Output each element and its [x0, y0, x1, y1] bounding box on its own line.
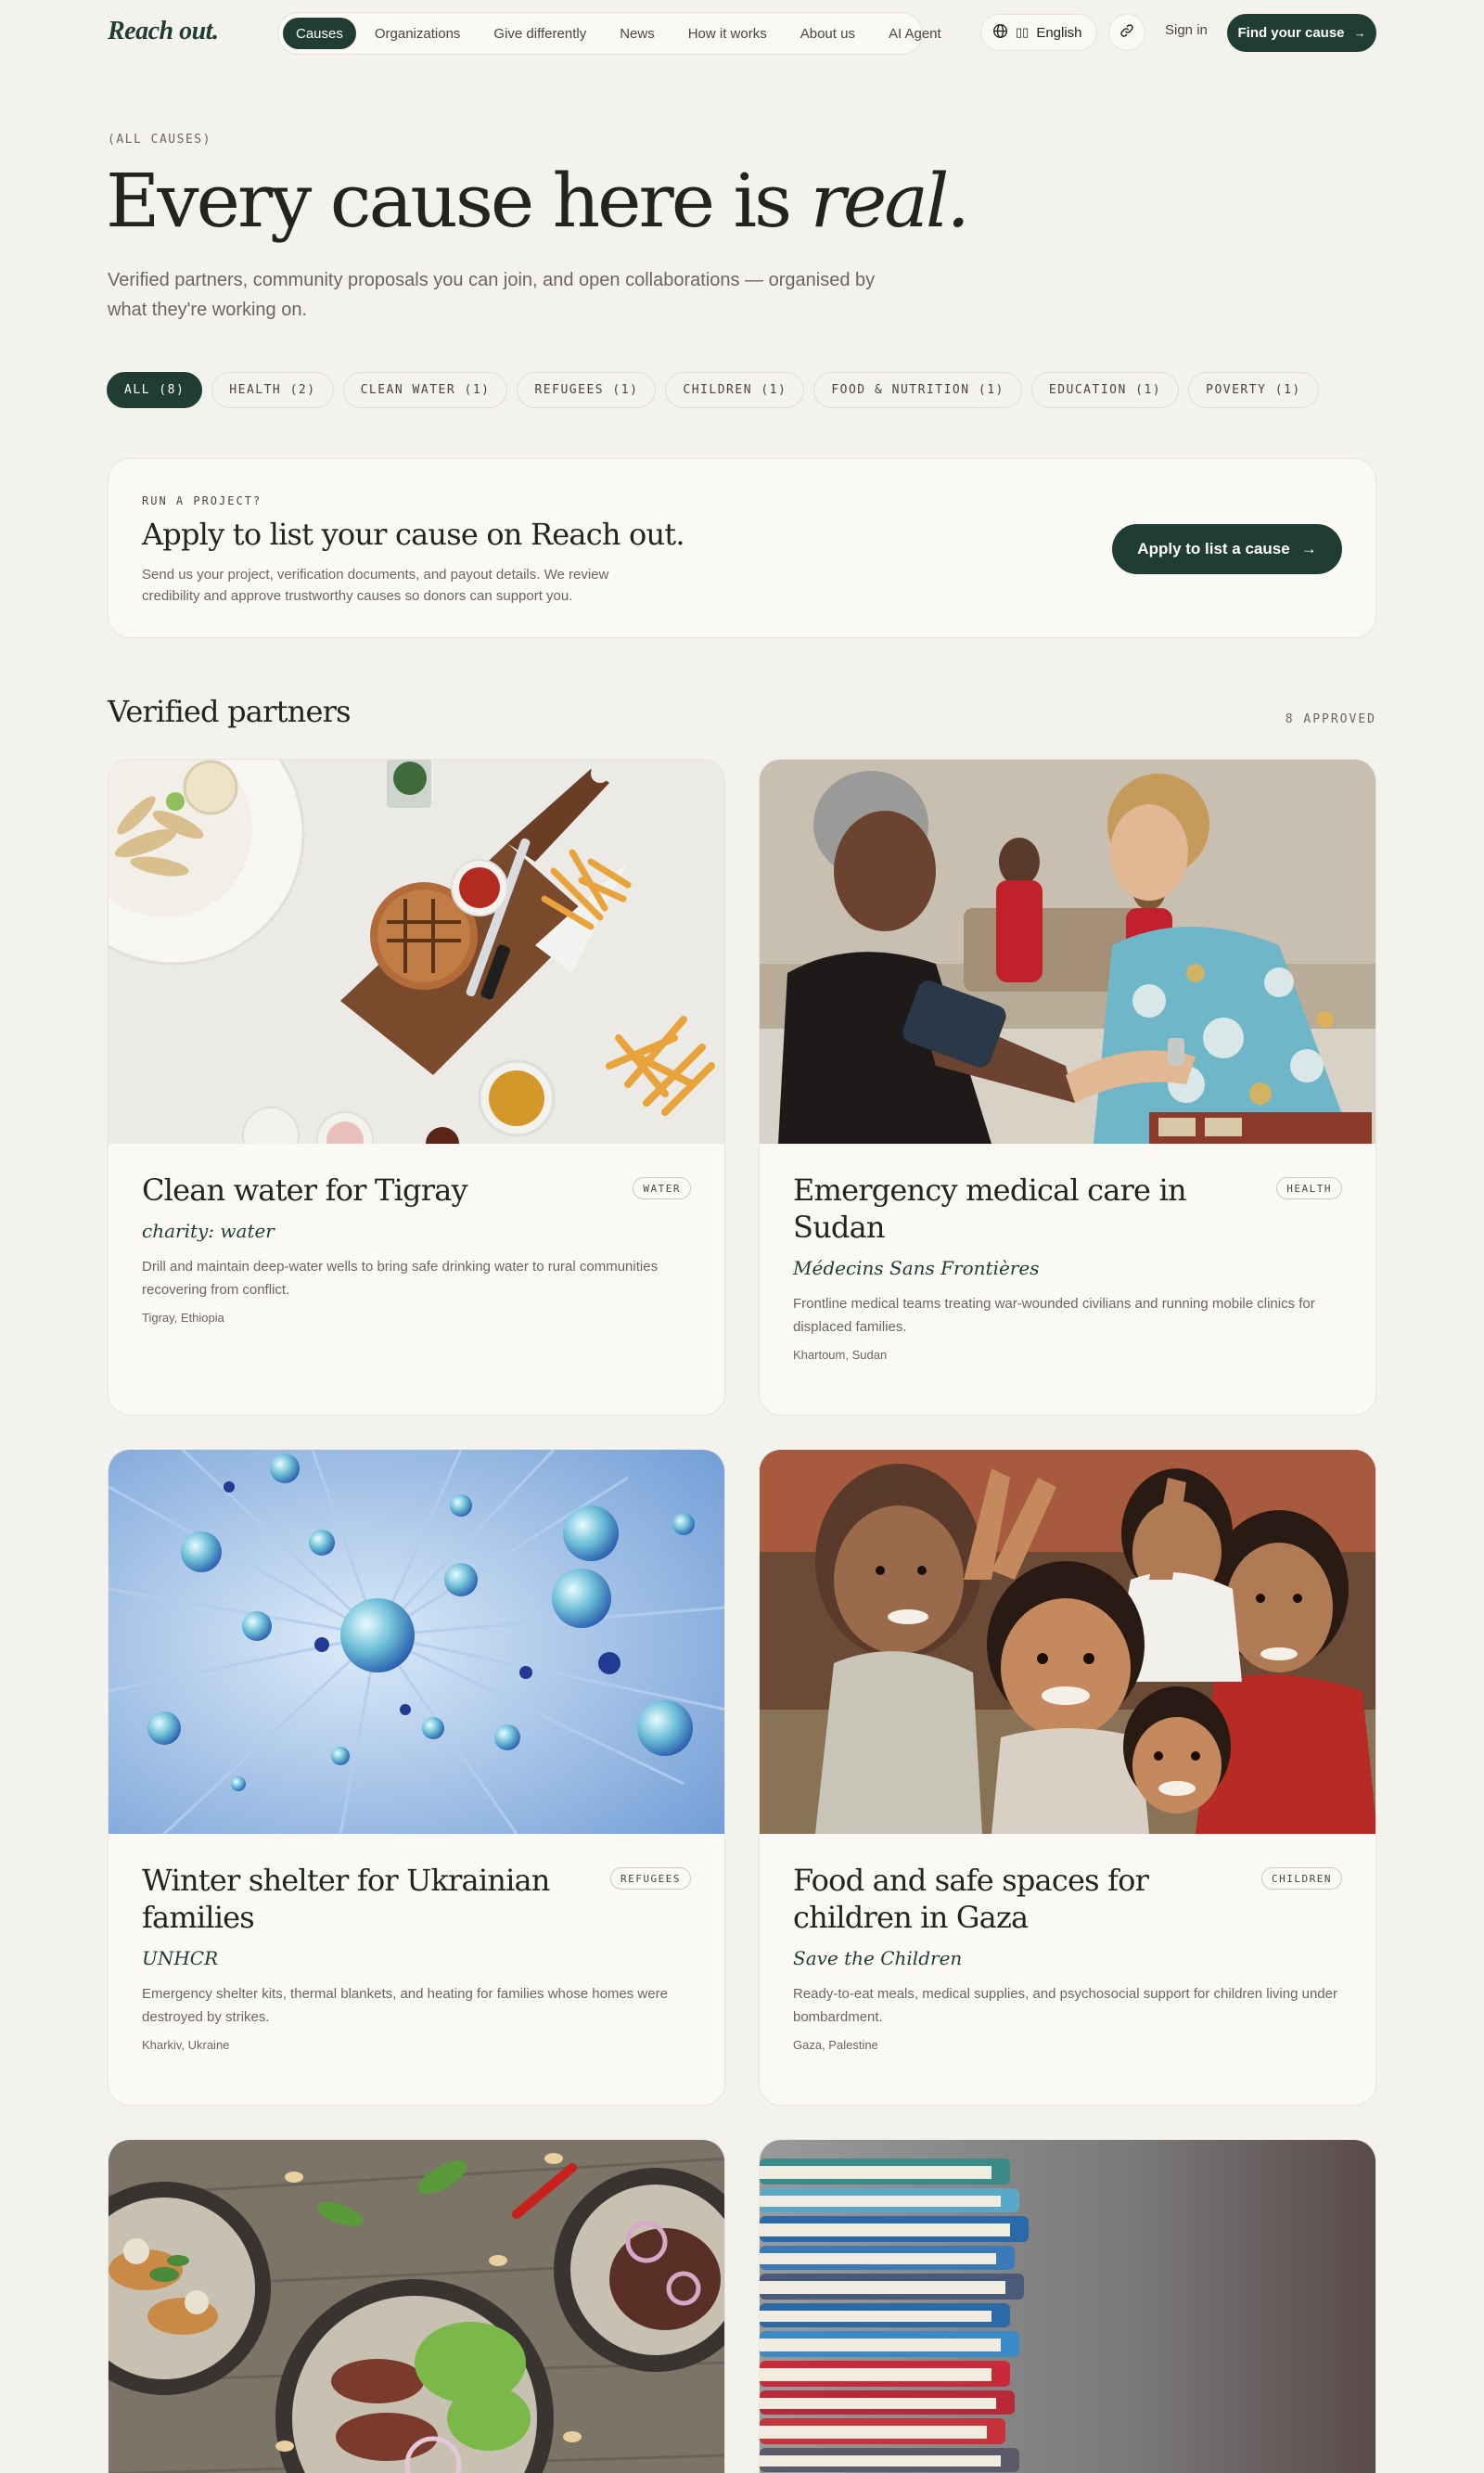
nav-organizations[interactable]: Organizations — [360, 18, 476, 49]
top-nav: Reach out. Causes Organizations Give dif… — [0, 0, 1484, 65]
apply-eyebrow: RUN A PROJECT? — [142, 494, 262, 507]
card-title[interactable]: Emergency medical care in Sudan — [793, 1172, 1229, 1246]
globe-icon — [992, 23, 1008, 43]
card-description: Drill and maintain deep-water wells to b… — [142, 1259, 659, 1298]
smiling-children-photo — [760, 1450, 1375, 1834]
cause-card[interactable] — [108, 2139, 725, 2473]
filter-all[interactable]: ALL (8) — [107, 372, 203, 408]
main-nav: Causes Organizations Give differently Ne… — [277, 12, 941, 55]
nav-give-differently[interactable]: Give differently — [479, 18, 601, 49]
blue-molecule-abstract — [109, 1450, 724, 1834]
card-description: Ready-to-eat meals, medical supplies, an… — [793, 1986, 1337, 2025]
filter-children[interactable]: CHILDREN (1) — [665, 372, 805, 408]
card-organization: Médecins Sans Frontières — [793, 1257, 1040, 1279]
card-title[interactable]: Food and safe spaces for children in Gaz… — [793, 1862, 1229, 1936]
apply-to-list-button[interactable]: Apply to list a cause → — [1112, 524, 1342, 574]
filter-clean-water[interactable]: CLEAN WATER (1) — [342, 372, 508, 408]
filter-poverty[interactable]: POVERTY (1) — [1188, 372, 1319, 408]
asian-dishes-photo — [109, 2140, 724, 2473]
card-location: Tigray, Ethiopia — [142, 1311, 224, 1325]
language-selector[interactable]: ▯▯ English — [980, 14, 1097, 51]
apply-banner: RUN A PROJECT? Apply to list your cause … — [108, 458, 1376, 638]
card-organization: charity: water — [142, 1220, 275, 1242]
card-title[interactable]: Clean water for Tigray — [142, 1172, 578, 1209]
approved-count: 8 APPROVED — [1285, 712, 1376, 726]
find-your-cause-button[interactable]: Find your cause → — [1227, 14, 1376, 52]
blood-pressure-clinic-photo — [760, 760, 1375, 1144]
cause-card[interactable] — [759, 2139, 1376, 2473]
cause-card[interactable]: Emergency medical care in Sudan HEALTH M… — [759, 759, 1376, 1416]
arrow-right-icon: → — [1300, 540, 1317, 557]
cause-card[interactable]: Food and safe spaces for children in Gaz… — [759, 1449, 1376, 2106]
card-description: Frontline medical teams treating war-wou… — [793, 1296, 1315, 1335]
sign-in-link[interactable]: Sign in — [1165, 22, 1208, 38]
card-tag: REFUGEES — [610, 1867, 691, 1890]
page-title: Every cause here is real. — [106, 158, 970, 244]
language-flag: ▯▯ — [1016, 25, 1030, 39]
card-tag: HEALTH — [1276, 1177, 1342, 1199]
page-title-main: Every cause here is — [106, 158, 811, 244]
cause-card[interactable]: Clean water for Tigray WATER charity: wa… — [108, 759, 725, 1416]
card-location: Gaza, Palestine — [793, 2038, 878, 2052]
find-your-cause-label: Find your cause — [1237, 25, 1345, 41]
arrow-right-icon: → — [1353, 26, 1366, 40]
card-tag: WATER — [633, 1177, 691, 1199]
share-link-button[interactable] — [1108, 14, 1145, 51]
nav-ai-agent[interactable]: AI Agent — [874, 18, 956, 49]
food-platter-photo — [109, 760, 724, 1144]
filter-health[interactable]: HEALTH (2) — [211, 372, 334, 408]
stacked-books-photo — [760, 2140, 1375, 2473]
apply-button-label: Apply to list a cause — [1137, 540, 1290, 557]
cause-card[interactable]: Winter shelter for Ukrainian families RE… — [108, 1449, 725, 2106]
filter-refugees[interactable]: REFUGEES (1) — [517, 372, 657, 408]
card-organization: UNHCR — [142, 1947, 219, 1969]
nav-causes[interactable]: Causes — [283, 18, 356, 49]
page-eyebrow: (ALL CAUSES) — [108, 133, 211, 147]
nav-how-it-works[interactable]: How it works — [673, 18, 782, 49]
card-title[interactable]: Winter shelter for Ukrainian families — [142, 1862, 578, 1936]
section-title: Verified partners — [108, 694, 352, 729]
logo[interactable]: Reach out. — [108, 17, 219, 46]
page-title-emphasis: real. — [810, 158, 970, 244]
card-organization: Save the Children — [793, 1947, 963, 1969]
link-icon — [1119, 23, 1134, 43]
card-location: Kharkiv, Ukraine — [142, 2038, 230, 2052]
apply-title: Apply to list your cause on Reach out. — [142, 517, 685, 552]
card-tag: CHILDREN — [1261, 1867, 1342, 1890]
filter-food-nutrition[interactable]: FOOD & NUTRITION (1) — [813, 372, 1022, 408]
card-location: Khartoum, Sudan — [793, 1348, 888, 1362]
nav-about-us[interactable]: About us — [786, 18, 870, 49]
card-description: Emergency shelter kits, thermal blankets… — [142, 1986, 668, 2025]
category-filters: ALL (8) HEALTH (2) CLEAN WATER (1) REFUG… — [107, 372, 1319, 408]
filter-education[interactable]: EDUCATION (1) — [1030, 372, 1180, 408]
apply-description: Send us your project, verification docum… — [142, 567, 609, 604]
language-label: English — [1036, 24, 1082, 41]
page-subtitle: Verified partners, community proposals y… — [108, 270, 876, 320]
nav-news[interactable]: News — [605, 18, 670, 49]
